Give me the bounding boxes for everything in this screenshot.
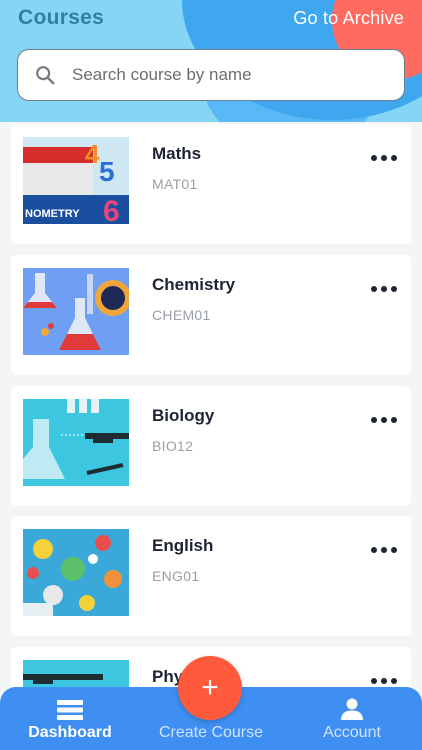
maths-thumbnail: 4 5 6 NOMETRY <box>23 137 129 224</box>
course-code: MAT01 <box>152 176 198 192</box>
page-title: Courses <box>18 6 105 29</box>
more-options-icon[interactable] <box>371 546 397 554</box>
maths-thumb-digit: 4 <box>85 139 100 169</box>
course-card-english[interactable]: English ENG01 <box>11 516 411 636</box>
course-card-chemistry[interactable]: Chemistry CHEM01 <box>11 255 411 375</box>
course-name: English <box>152 536 214 555</box>
nav-label: Create Course <box>158 724 264 741</box>
nav-label: Dashboard <box>28 724 112 741</box>
more-options-icon[interactable] <box>371 154 397 162</box>
course-name: Maths <box>152 144 202 163</box>
add-course-button[interactable]: + <box>178 656 242 720</box>
course-code: ENG01 <box>152 568 200 584</box>
biology-thumbnail <box>23 399 129 486</box>
course-code: CHEM01 <box>152 307 211 323</box>
chemistry-thumbnail <box>23 268 129 355</box>
search-input[interactable] <box>72 65 372 85</box>
more-options-icon[interactable] <box>371 677 397 685</box>
more-options-icon[interactable] <box>371 285 397 293</box>
nav-dashboard[interactable]: Dashboard <box>0 687 140 750</box>
search-icon <box>36 66 55 85</box>
course-card-maths[interactable]: 4 5 6 NOMETRY Maths MAT01 <box>11 124 411 244</box>
search-bar[interactable] <box>17 49 405 101</box>
nav-label: Account <box>323 724 381 741</box>
more-options-icon[interactable] <box>371 416 397 424</box>
english-thumbnail <box>23 529 129 616</box>
account-icon <box>341 698 363 720</box>
dashboard-icon <box>57 700 83 720</box>
course-name: Biology <box>152 406 215 425</box>
header: Courses Go to Archive <box>0 0 422 122</box>
course-card-biology[interactable]: Biology BIO12 <box>11 386 411 506</box>
maths-thumb-text: NOMETRY <box>25 208 80 220</box>
maths-thumb-digit: 6 <box>103 195 120 224</box>
nav-account[interactable]: Account <box>282 687 422 750</box>
course-code: BIO12 <box>152 438 194 454</box>
maths-thumb-digit: 5 <box>99 156 115 187</box>
go-to-archive-link[interactable]: Go to Archive <box>293 8 404 29</box>
course-name: Chemistry <box>152 275 236 294</box>
